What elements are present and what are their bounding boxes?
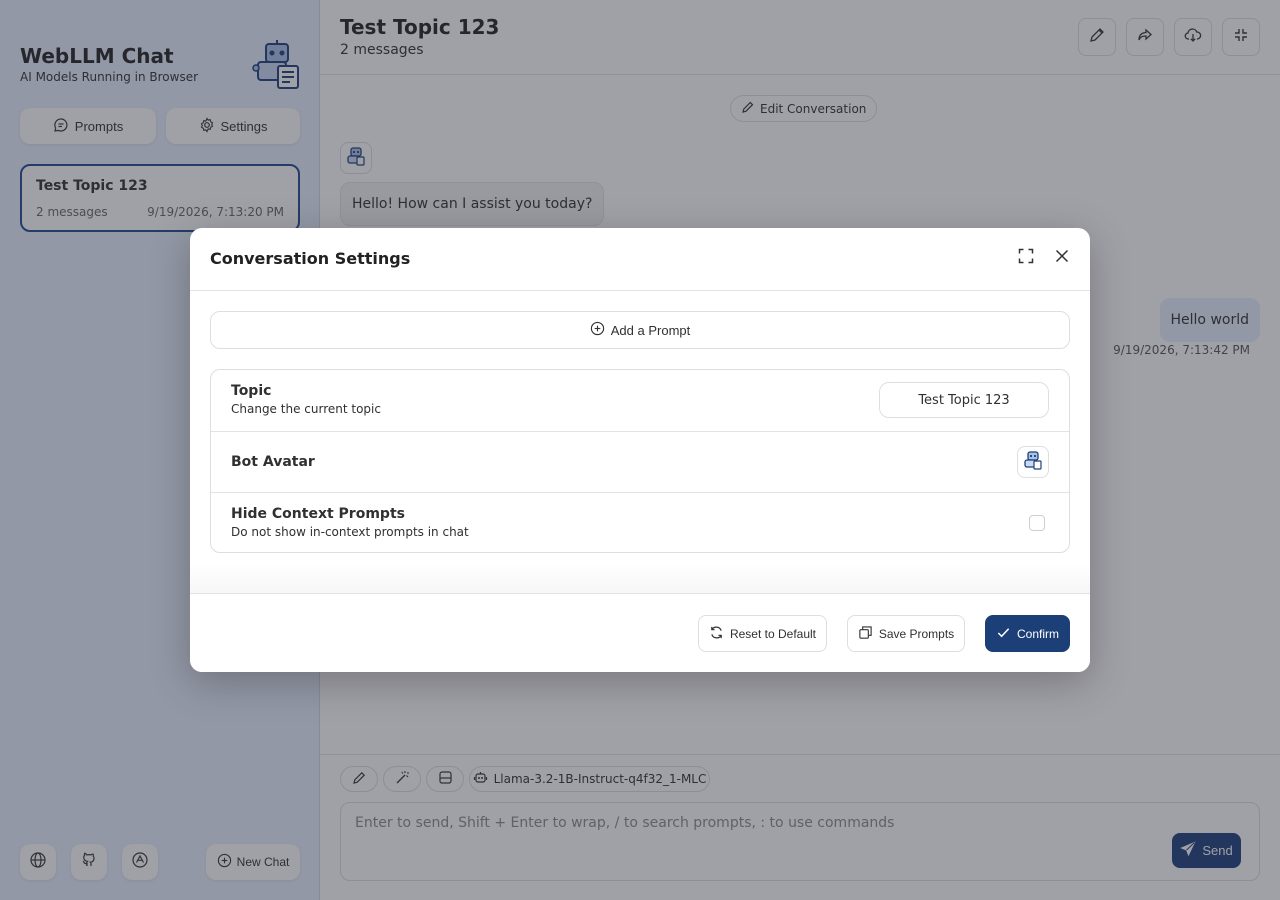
modal-title: Conversation Settings bbox=[210, 249, 411, 268]
modal-header: Conversation Settings bbox=[190, 228, 1090, 291]
confirm-button[interactable]: Confirm bbox=[985, 615, 1070, 652]
conversation-settings-modal: Conversation Settings Add a Prompt Topic… bbox=[190, 228, 1090, 672]
topic-title: Topic bbox=[231, 383, 272, 399]
hide-context-subtitle: Do not show in-context prompts in chat bbox=[231, 525, 469, 539]
add-prompt-button[interactable]: Add a Prompt bbox=[210, 311, 1070, 349]
bot-avatar-picker[interactable] bbox=[1017, 446, 1049, 478]
close-modal-button[interactable] bbox=[1051, 247, 1073, 269]
bot-avatar-row: Bot Avatar bbox=[211, 431, 1069, 492]
settings-list: Topic Change the current topic Test Topi… bbox=[210, 369, 1070, 553]
close-icon bbox=[1053, 247, 1071, 269]
hide-context-row: Hide Context Prompts Do not show in-cont… bbox=[211, 492, 1069, 553]
maximize-modal-button[interactable] bbox=[1015, 247, 1037, 269]
save-prompts-button[interactable]: Save Prompts bbox=[847, 615, 965, 652]
modal-body-fade bbox=[190, 563, 1090, 593]
save-prompts-label: Save Prompts bbox=[878, 626, 955, 641]
copy-icon bbox=[858, 625, 873, 643]
topic-input[interactable]: Test Topic 123 bbox=[879, 382, 1049, 418]
modal-footer: Reset to Default Save Prompts Confirm bbox=[190, 593, 1090, 672]
robot-icon bbox=[1023, 450, 1043, 474]
topic-subtitle: Change the current topic bbox=[231, 402, 381, 416]
reset-label: Reset to Default bbox=[729, 626, 817, 641]
confirm-label: Confirm bbox=[1016, 626, 1059, 641]
check-icon bbox=[996, 625, 1011, 643]
maximize-icon bbox=[1017, 247, 1035, 269]
hide-context-checkbox[interactable] bbox=[1029, 515, 1045, 531]
topic-row: Topic Change the current topic Test Topi… bbox=[211, 370, 1069, 431]
reset-to-default-button[interactable]: Reset to Default bbox=[698, 615, 827, 652]
bot-avatar-title: Bot Avatar bbox=[231, 454, 315, 470]
add-prompt-label: Add a Prompt bbox=[610, 322, 691, 338]
hide-context-title: Hide Context Prompts bbox=[231, 506, 405, 522]
plus-circle-icon bbox=[590, 321, 605, 339]
reload-icon bbox=[709, 625, 724, 643]
